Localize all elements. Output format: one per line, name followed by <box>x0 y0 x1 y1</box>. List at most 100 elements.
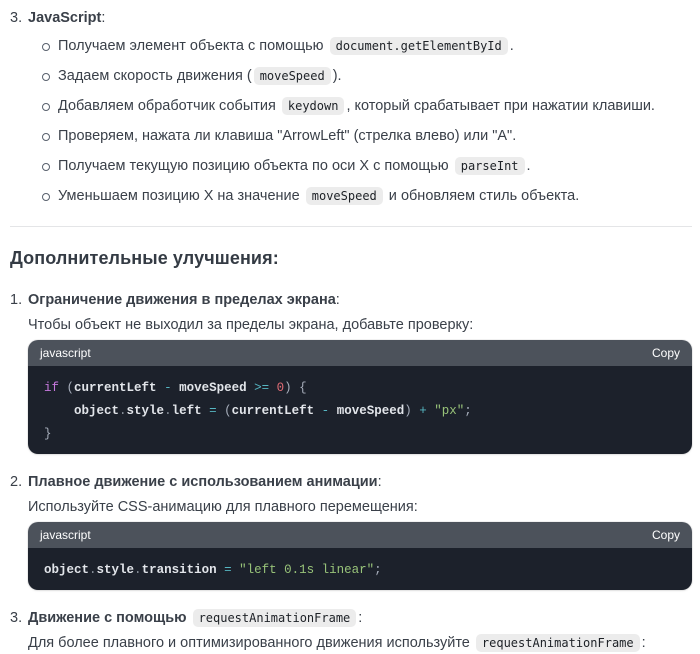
text-run: . <box>526 158 531 174</box>
code-token: ( <box>59 381 75 395</box>
inline-code: document.getElementById <box>329 37 508 55</box>
code-header: javascript Copy <box>28 340 692 366</box>
code-token: - <box>164 381 172 395</box>
list-number: 1. <box>10 292 23 308</box>
improvement-body: Плавное движение с использованием анимац… <box>28 472 692 600</box>
code-token: "left 0.1s linear" <box>239 563 375 577</box>
list-number: 3. <box>10 610 23 626</box>
text-run: : <box>358 610 363 626</box>
assistant-message: 3. JavaScript: Получаем элемент объекта … <box>0 0 700 654</box>
javascript-steps: Получаем элемент объекта с помощью docum… <box>28 36 692 206</box>
code-token: "px" <box>434 404 465 418</box>
list-item: Получаем текущую позицию объекта по оси … <box>28 156 692 176</box>
code-token: currentLeft <box>74 381 157 395</box>
code-language-label: javascript <box>40 346 91 360</box>
code-token: ) { <box>284 381 307 395</box>
code-content: object.style.transition = "left 0.1s lin… <box>28 548 692 590</box>
code-token: moveSpeed <box>179 381 247 395</box>
improvement-body: Движение с помощью requestAnimationFrame… <box>28 608 692 654</box>
code-token: >= <box>254 381 270 395</box>
text-run: , который срабатывает при нажатии клавиш… <box>346 98 655 114</box>
code-token: style <box>126 404 165 418</box>
improvement-description: Используйте CSS-анимацию для плавного пе… <box>28 497 692 517</box>
list-item: Уменьшаем позицию X на значение moveSpee… <box>28 186 692 206</box>
inline-code: requestAnimationFrame <box>475 634 640 652</box>
improvement-title: Ограничение движения в пределах экрана: <box>28 290 692 310</box>
text-run: Чтобы объект не выходил за пределы экран… <box>28 317 474 333</box>
copy-button[interactable]: Copy <box>652 528 680 542</box>
code-block: javascript Copy if (currentLeft - moveSpee… <box>28 340 692 454</box>
text-run: Используйте CSS-анимацию для плавного пе… <box>28 499 418 515</box>
text-run: Проверяем, нажата ли клавиша "ArrowLeft"… <box>58 128 517 144</box>
text-run: Задаем скорость движения ( <box>58 68 252 84</box>
text-run: : <box>641 635 646 651</box>
improvement-item: 3. Движение с помощью requestAnimationFra… <box>10 608 692 654</box>
code-token: left <box>171 404 202 418</box>
code-token: transition <box>141 563 217 577</box>
list-number: 3. <box>10 10 23 26</box>
bold-text: Движение с помощью <box>28 610 187 626</box>
text-run <box>187 610 191 626</box>
text-run: Получаем элемент объекта с помощью <box>58 38 328 54</box>
text-run: : <box>101 10 106 26</box>
javascript-item-body: JavaScript: Получаем элемент объекта с п… <box>28 8 692 216</box>
inline-code: requestAnimationFrame <box>192 609 357 627</box>
bold-text: JavaScript <box>28 10 102 26</box>
copy-button[interactable]: Copy <box>652 346 680 360</box>
bold-text: Ограничение движения в пределах экрана <box>28 292 336 308</box>
code-token: . <box>164 404 172 418</box>
code-token: moveSpeed <box>336 404 405 418</box>
improvement-description: Чтобы объект не выходил за пределы экран… <box>28 315 692 335</box>
code-token: ( <box>216 404 232 418</box>
text-run: Получаем текущую позицию объекта по оси … <box>58 158 453 174</box>
code-token: object <box>74 404 120 418</box>
inline-code: parseInt <box>454 157 525 175</box>
code-token: currentLeft <box>231 404 315 418</box>
code-token: } <box>44 427 52 441</box>
code-token: . <box>89 563 97 577</box>
improvements-list: 1. Ограничение движения в пределах экрана… <box>10 290 692 654</box>
inline-code: keydown <box>281 97 345 115</box>
code-token: = <box>209 404 217 418</box>
improvement-title: Движение с помощью requestAnimationFrame… <box>28 608 692 628</box>
improvement-body: Ограничение движения в пределах экрана: Ч… <box>28 290 692 464</box>
code-token: ; <box>464 404 472 418</box>
improvement-item: 1. Ограничение движения в пределах экрана… <box>10 290 692 464</box>
inline-code: moveSpeed <box>253 67 331 85</box>
code-token: if <box>44 381 60 395</box>
code-text: if (currentLeft - moveSpeed >= 0) { obje… <box>44 381 472 441</box>
text-run: ). <box>332 68 342 84</box>
list-item: Получаем элемент объекта с помощью docum… <box>28 36 692 56</box>
code-token: object <box>44 563 90 577</box>
section-heading: Дополнительные улучшения: <box>10 248 279 268</box>
section-divider <box>10 226 692 227</box>
list-number: 2. <box>10 474 23 490</box>
text-run: : <box>335 292 340 308</box>
code-token: ; <box>374 563 382 577</box>
code-token: . <box>134 563 142 577</box>
list-item-javascript: 3. JavaScript: Получаем элемент объекта … <box>10 8 692 216</box>
text-run: Добавляем обработчик события <box>58 98 280 114</box>
code-token: = <box>224 563 232 577</box>
inline-code: moveSpeed <box>305 187 383 205</box>
bold-text: Плавное движение с использованием анимац… <box>28 474 378 490</box>
code-token: style <box>96 563 135 577</box>
text-run: Для более плавного и оптимизированного д… <box>28 635 474 651</box>
code-header: javascript Copy <box>28 522 692 548</box>
text-run: : <box>377 474 382 490</box>
code-token: + <box>419 404 427 418</box>
text-run: и обновляем стиль объекта. <box>384 188 580 204</box>
list-item: Задаем скорость движения (moveSpeed). <box>28 66 692 86</box>
javascript-item-title: JavaScript: <box>28 8 692 28</box>
list-item: Добавляем обработчик события keydown, ко… <box>28 96 692 116</box>
code-token: . <box>119 404 127 418</box>
